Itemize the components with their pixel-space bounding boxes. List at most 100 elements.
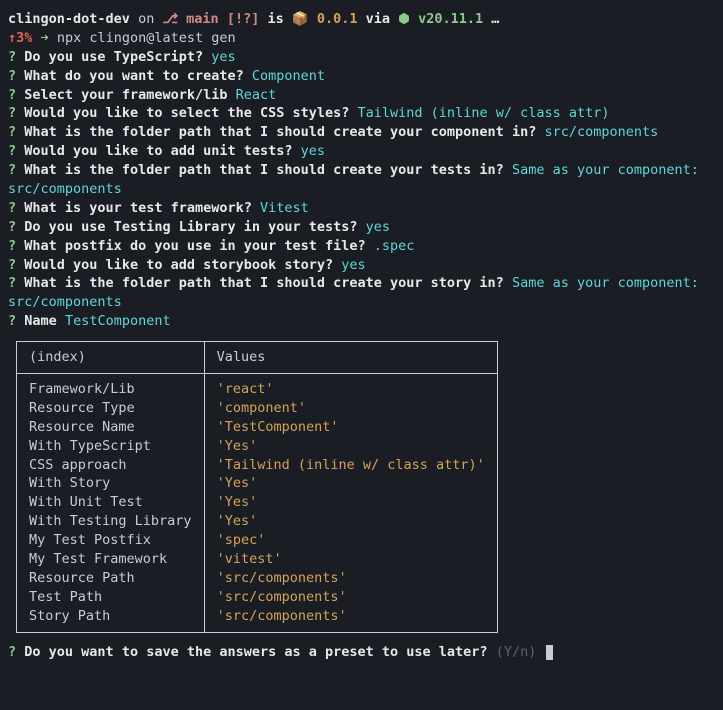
- prompt-answer: React: [236, 87, 277, 103]
- table-value: 'Yes': [217, 437, 485, 456]
- prompt-question: Would you like to select the CSS styles?: [24, 105, 349, 121]
- branch-name: main: [186, 11, 219, 27]
- prompt-answer: Tailwind (inline w/ class attr): [358, 105, 610, 121]
- prompt-answer: .spec: [374, 238, 415, 254]
- package-version: 0.0.1: [317, 11, 358, 27]
- prompt-question: Do you use TypeScript?: [24, 49, 203, 65]
- prompt-line: ? Would you like to add storybook story?…: [8, 256, 715, 275]
- prompt-question: What is the folder path that I should cr…: [24, 275, 504, 291]
- prompt-line: ? What is your test framework? Vitest: [8, 199, 715, 218]
- question-mark-icon: ?: [8, 238, 16, 254]
- table-value: 'react': [217, 380, 485, 399]
- table-value: 'vitest': [217, 550, 485, 569]
- final-hint: (Y/n): [496, 644, 537, 660]
- project-name: clingon-dot-dev: [8, 11, 130, 27]
- command-text: npx clingon@latest gen: [57, 30, 236, 46]
- table-value: 'spec': [217, 531, 485, 550]
- prompt-line: ? What is the folder path that I should …: [8, 161, 715, 199]
- prompt-answer: Vitest: [260, 200, 309, 216]
- prompt-question: Do you use Testing Library in your tests…: [24, 219, 357, 235]
- table-key: With Story: [29, 474, 192, 493]
- is-text: is: [267, 11, 283, 27]
- prompt-line: ? What is the folder path that I should …: [8, 274, 715, 312]
- prompt-line: ? Name TestComponent: [8, 312, 715, 331]
- question-mark-icon: ?: [8, 644, 16, 660]
- node-version: v20.11.1: [418, 11, 483, 27]
- question-mark-icon: ?: [8, 68, 16, 84]
- prompt-line: ? What is the folder path that I should …: [8, 123, 715, 142]
- prompt-answer: src/components: [544, 124, 658, 140]
- table-values-cell: 'react''component''TestComponent''Yes''T…: [204, 374, 497, 633]
- table-key: Framework/Lib: [29, 380, 192, 399]
- table-key: Story Path: [29, 607, 192, 626]
- package-icon: 📦: [292, 11, 309, 27]
- question-mark-icon: ?: [8, 200, 16, 216]
- on-text: on: [138, 11, 154, 27]
- prompt-answer: yes: [211, 49, 235, 65]
- final-prompt[interactable]: ? Do you want to save the answers as a p…: [8, 643, 715, 662]
- prompt-answer: yes: [301, 143, 325, 159]
- prompt-answer: Component: [252, 68, 325, 84]
- question-mark-icon: ?: [8, 49, 16, 65]
- table-value: 'Yes': [217, 493, 485, 512]
- table-value: 'Yes': [217, 474, 485, 493]
- prompt-answer: yes: [366, 219, 390, 235]
- question-mark-icon: ?: [8, 219, 16, 235]
- git-branch-icon: ⎇: [162, 10, 178, 29]
- final-question: Do you want to save the answers as a pre…: [24, 644, 487, 660]
- prompt-question: Would you like to add unit tests?: [24, 143, 292, 159]
- prompt-question: What postfix do you use in your test fil…: [24, 238, 365, 254]
- table-header-row: (index) Values: [17, 342, 498, 374]
- table-key: My Test Postfix: [29, 531, 192, 550]
- question-mark-icon: ?: [8, 124, 16, 140]
- table-key: CSS approach: [29, 456, 192, 475]
- command-line[interactable]: ↑3% ➜ npx clingon@latest gen: [8, 29, 715, 48]
- question-mark-icon: ?: [8, 257, 16, 273]
- table-value: 'src/components': [217, 607, 485, 626]
- question-mark-icon: ?: [8, 313, 16, 329]
- table-key: Resource Name: [29, 418, 192, 437]
- table-key: Resource Type: [29, 399, 192, 418]
- status-percent: ↑3%: [8, 30, 32, 46]
- table-key: My Test Framework: [29, 550, 192, 569]
- prompt-question: What do you want to create?: [24, 68, 243, 84]
- table-key: With Testing Library: [29, 512, 192, 531]
- prompt-line: ? What do you want to create? Component: [8, 67, 715, 86]
- prompt-line: ? Do you use Testing Library in your tes…: [8, 218, 715, 237]
- prompt-line: ? Would you like to add unit tests? yes: [8, 142, 715, 161]
- prompt-question: What is the folder path that I should cr…: [24, 162, 504, 178]
- table-key: With TypeScript: [29, 437, 192, 456]
- prompts-list: ? Do you use TypeScript? yes? What do yo…: [8, 48, 715, 331]
- summary-table: (index) Values Framework/LibResource Typ…: [16, 341, 498, 632]
- table-value: 'src/components': [217, 569, 485, 588]
- prompt-arrow-icon: ➜: [41, 30, 49, 46]
- prompt-question: Would you like to add storybook story?: [24, 257, 333, 273]
- question-mark-icon: ?: [8, 87, 16, 103]
- prompt-answer: TestComponent: [65, 313, 171, 329]
- question-mark-icon: ?: [8, 143, 16, 159]
- question-mark-icon: ?: [8, 275, 16, 291]
- table-key: Resource Path: [29, 569, 192, 588]
- table-value: 'Yes': [217, 512, 485, 531]
- prompt-line: ? What postfix do you use in your test f…: [8, 237, 715, 256]
- prompt-answer: yes: [341, 257, 365, 273]
- table-key: With Unit Test: [29, 493, 192, 512]
- table-keys-cell: Framework/LibResource TypeResource NameW…: [17, 374, 205, 633]
- via-text: via: [366, 11, 390, 27]
- table-value: 'Tailwind (inline w/ class attr)': [217, 456, 485, 475]
- table-value: 'component': [217, 399, 485, 418]
- shell-prompt-header: clingon-dot-dev on ⎇ main [!?] is 📦 0.0.…: [8, 10, 715, 29]
- prompt-question: What is your test framework?: [24, 200, 252, 216]
- question-mark-icon: ?: [8, 105, 16, 121]
- table-key: Test Path: [29, 588, 192, 607]
- cursor-icon: [546, 645, 553, 660]
- question-mark-icon: ?: [8, 162, 16, 178]
- table-value: 'src/components': [217, 588, 485, 607]
- node-icon: ⬢: [398, 11, 410, 27]
- prompt-question: Name: [24, 313, 57, 329]
- branch-status: [!?]: [227, 11, 260, 27]
- prompt-line: ? Select your framework/lib React: [8, 86, 715, 105]
- header-values: Values: [204, 342, 497, 374]
- ellipsis: …: [491, 11, 499, 27]
- prompt-line: ? Do you use TypeScript? yes: [8, 48, 715, 67]
